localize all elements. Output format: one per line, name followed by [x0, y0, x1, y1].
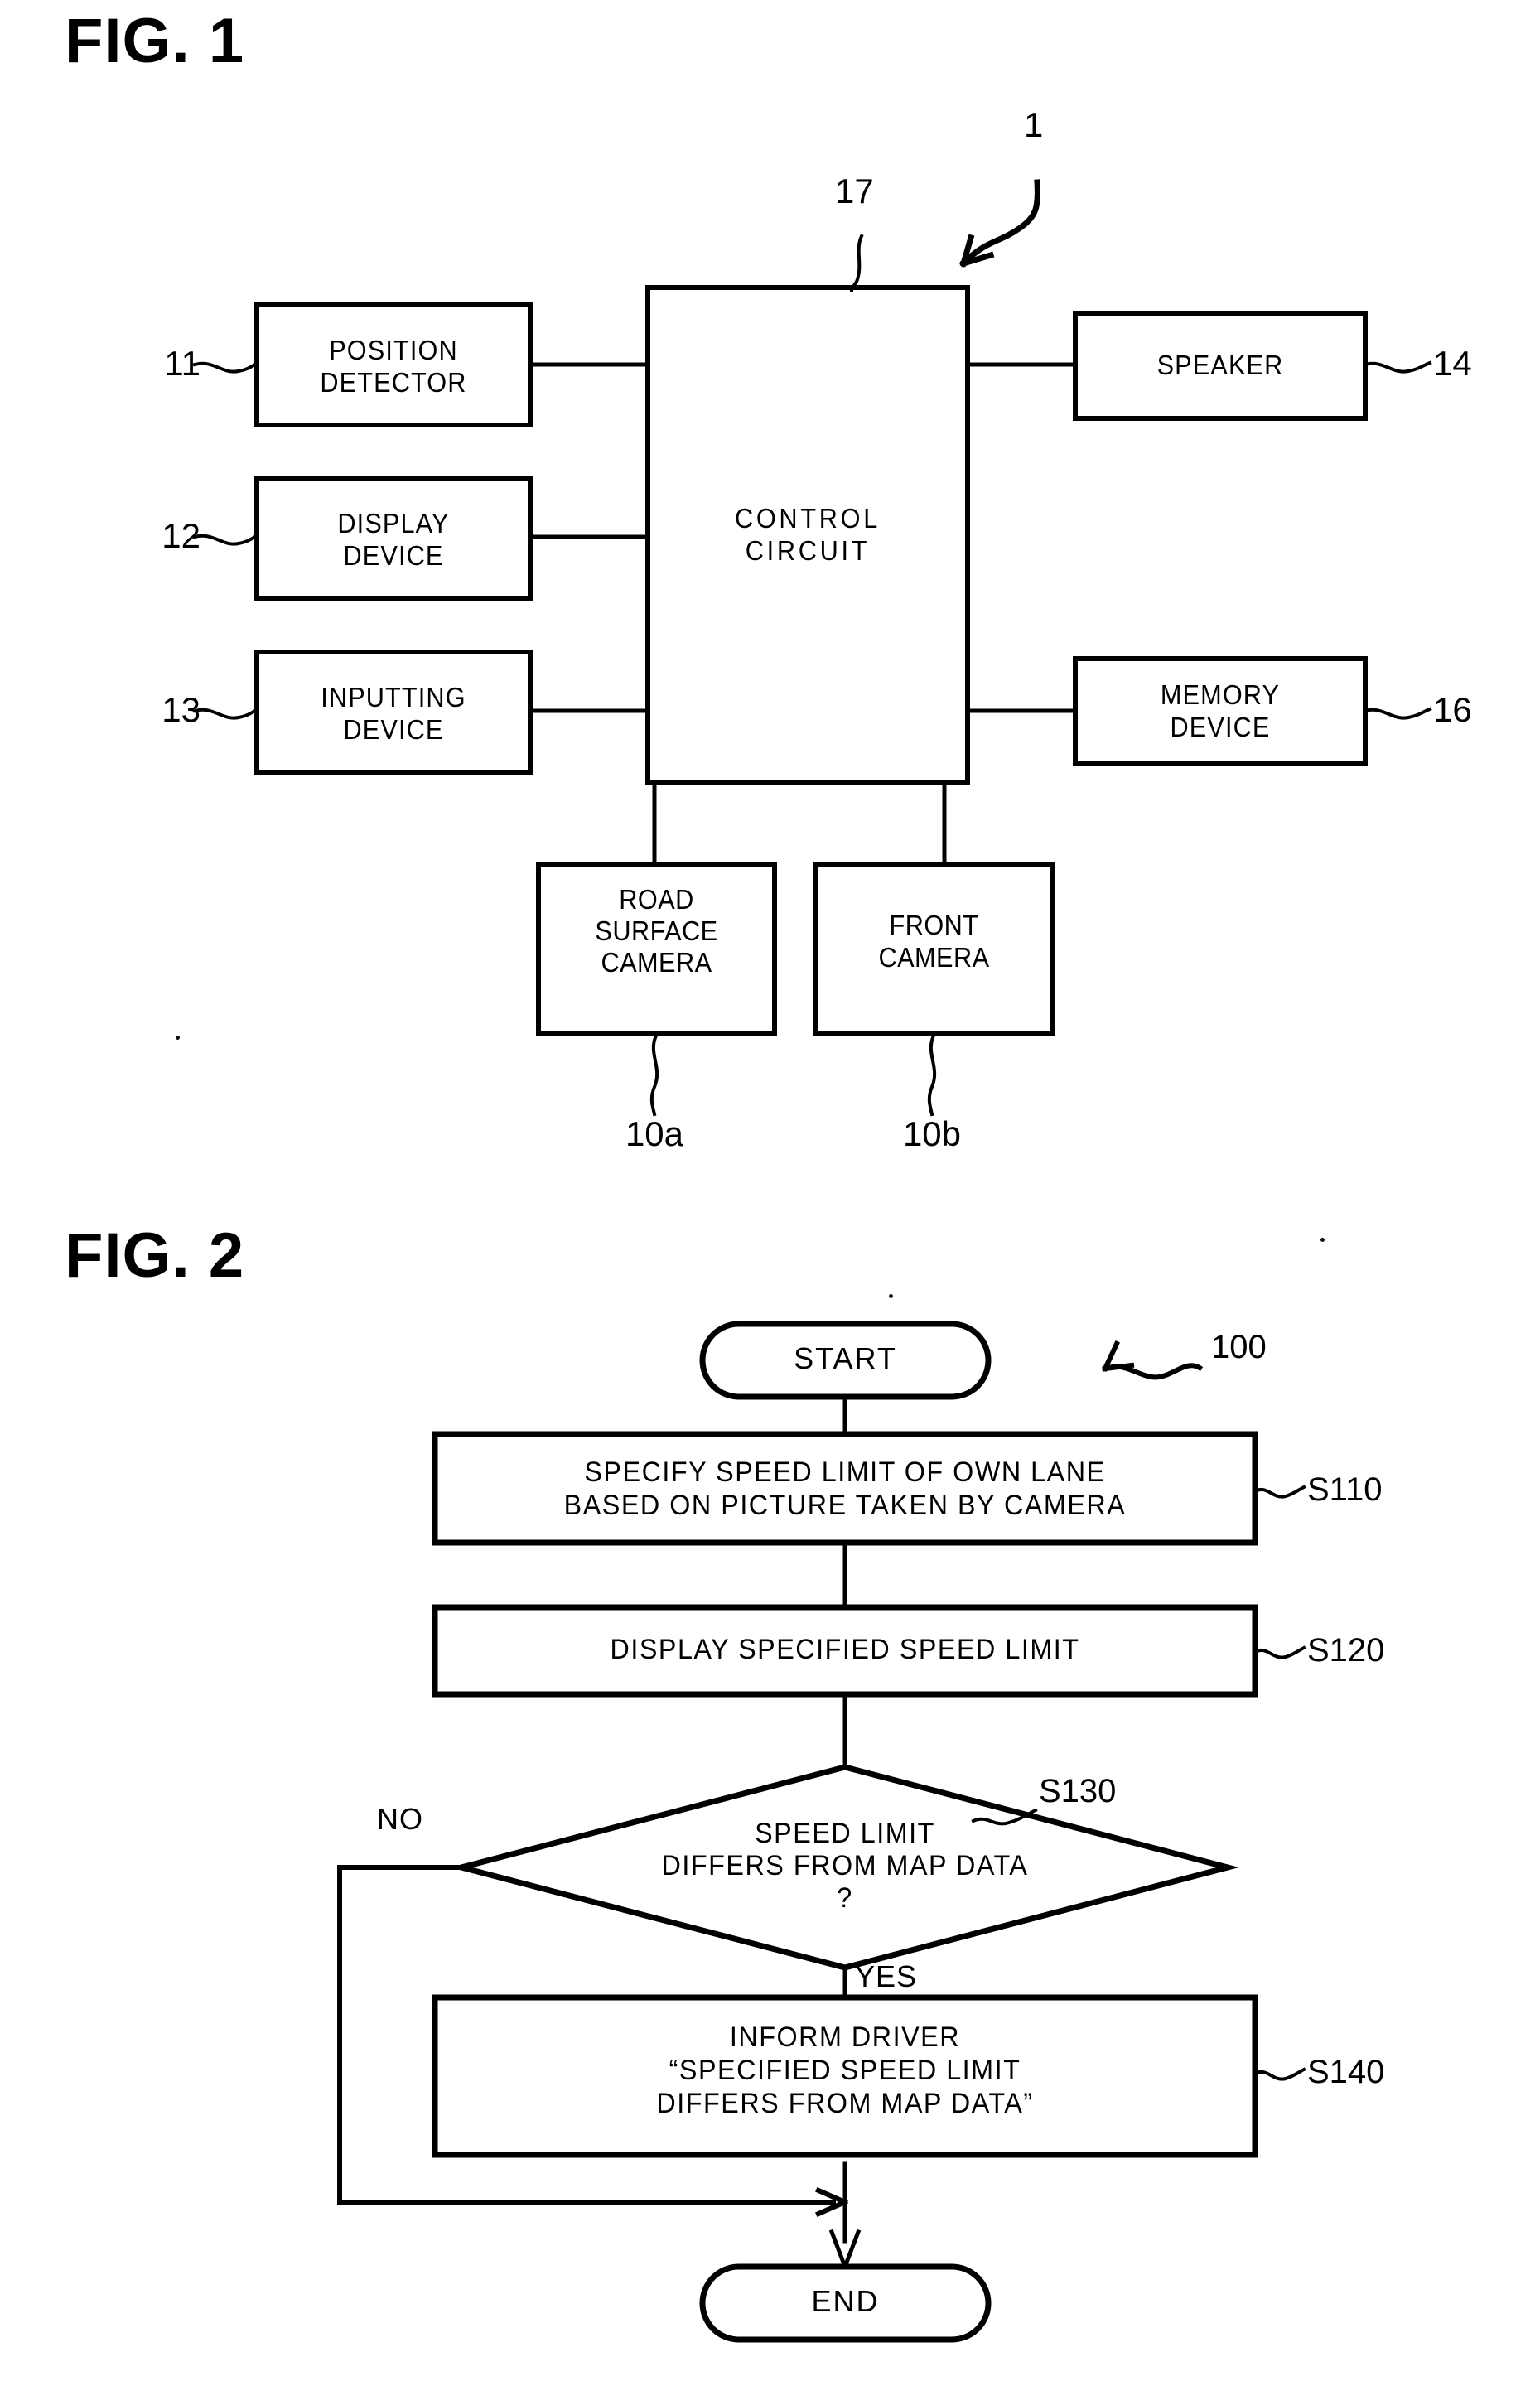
memory-device-line-2: DEVICE	[1170, 711, 1271, 742]
display-device-label: DISPLAY DEVICE	[267, 508, 521, 572]
scan-speck	[889, 1294, 893, 1298]
ref-11: 11	[164, 344, 200, 383]
ref-100: 100	[1211, 1329, 1267, 1365]
speaker-label: SPEAKER	[1156, 350, 1284, 380]
memory-device-label: MEMORY DEVICE	[1085, 679, 1355, 744]
s130-line-2: DIFFERS FROM MAP DATA	[661, 1850, 1029, 1882]
road-surface-camera-line-1: ROAD	[619, 884, 694, 915]
position-detector-label: POSITION DETECTOR	[267, 335, 521, 399]
s130-line-1: SPEED LIMIT	[755, 1818, 935, 1849]
ref-system-1: 1	[1024, 105, 1044, 144]
figure-2-caption: FIG. 2	[65, 1220, 245, 1291]
control-circuit-line-2: CIRCUIT	[745, 534, 871, 566]
scan-speck	[1320, 1238, 1325, 1242]
s110-line-2: BASED ON PICTURE TAKEN BY CAMERA	[563, 1490, 1127, 1522]
ref-12: 12	[162, 516, 200, 555]
road-surface-camera-label: ROAD SURFACE CAMERA	[547, 884, 766, 978]
display-device-line-2: DEVICE	[343, 539, 444, 571]
memory-device-line-1: MEMORY	[1160, 679, 1281, 710]
start-node-label: START	[794, 1341, 897, 1375]
front-camera-line-1: FRONT	[889, 910, 979, 940]
branch-label-no: NO	[377, 1802, 423, 1836]
ref-10a: 10a	[625, 1114, 684, 1153]
ref-14: 14	[1433, 344, 1472, 383]
ref-s110: S110	[1307, 1471, 1383, 1508]
ref-16: 16	[1433, 690, 1472, 729]
ref-s140: S140	[1307, 2054, 1385, 2090]
s140-line-1: INFORM DRIVER	[729, 2021, 961, 2053]
position-detector-line-2: DETECTOR	[320, 366, 467, 398]
ref-s120: S120	[1307, 1632, 1385, 1669]
s130-line-3: ?	[837, 1882, 853, 1915]
inputting-device-label: INPUTTING DEVICE	[267, 682, 521, 746]
figure-1-caption: FIG. 1	[65, 6, 245, 76]
ref-13: 13	[162, 690, 200, 729]
scan-speck	[176, 1036, 180, 1040]
ref-10b: 10b	[902, 1114, 962, 1153]
ref-17: 17	[835, 171, 874, 210]
s110-label: SPECIFY SPEED LIMIT OF OWN LANE BASED ON …	[456, 1456, 1235, 1522]
patent-drawing-sheet: FIG. 1 POSITION DETECTOR DISPLAY DEVICE IN…	[0, 0, 1540, 2386]
front-camera-label: FRONT CAMERA	[824, 910, 1044, 974]
control-circuit-label: CONTROL CIRCUIT	[659, 503, 957, 568]
ref-s130: S130	[1039, 1773, 1117, 1809]
s130-label: SPEED LIMIT DIFFERS FROM MAP DATA?	[530, 1818, 1160, 1915]
control-circuit-line-1: CONTROL	[734, 503, 881, 534]
position-detector-line-1: POSITION	[329, 335, 458, 365]
road-surface-camera-line-3: CAMERA	[601, 946, 712, 978]
s140-line-2: “SPECIFIED SPEED LIMIT	[669, 2055, 1021, 2087]
s140-label: INFORM DRIVER “SPECIFIED SPEED LIMIT DIFFE…	[456, 2021, 1235, 2120]
display-device-line-1: DISPLAY	[337, 508, 450, 539]
s110-line-1: SPECIFY SPEED LIMIT OF OWN LANE	[584, 1456, 1106, 1488]
inputting-device-line-1: INPUTTING	[321, 682, 466, 712]
s120-label: DISPLAY SPECIFIED SPEED LIMIT	[610, 1634, 1080, 1665]
s140-line-3: DIFFERS FROM MAP DATA”	[656, 2088, 1034, 2120]
inputting-device-line-2: DEVICE	[343, 713, 444, 745]
road-surface-camera-line-2: SURFACE	[595, 915, 718, 946]
front-camera-line-2: CAMERA	[878, 941, 990, 973]
end-node-label: END	[811, 2284, 880, 2318]
branch-label-yes: YES	[855, 1959, 918, 1993]
